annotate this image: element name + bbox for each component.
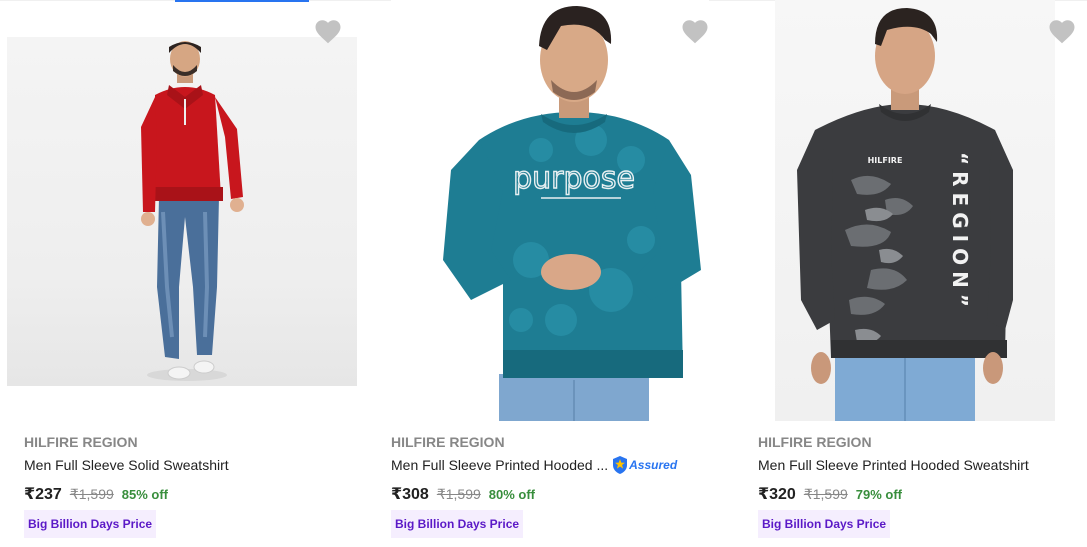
man-red-sweatshirt-illustration xyxy=(141,41,244,381)
offer-badge: Big Billion Days Price xyxy=(391,510,524,538)
product-image[interactable] xyxy=(7,37,357,386)
man-teal-sweatshirt-illustration: purpose xyxy=(443,6,701,421)
selling-price: ₹237 xyxy=(24,486,62,503)
product-info: HILFIRE REGION Men Full Sleeve Printed H… xyxy=(391,433,721,504)
region-vertical-print: “REGION” xyxy=(948,152,972,313)
offer-badge-label: Big Billion Days Price xyxy=(762,517,887,531)
discount-percent: 79% off xyxy=(855,487,903,502)
offer-badge-label: Big Billion Days Price xyxy=(395,517,520,531)
original-price: ₹1,599 xyxy=(803,486,848,502)
assured-shield-icon xyxy=(613,456,628,474)
product-title[interactable]: Men Full Sleeve Printed Hooded Sweatshir… xyxy=(758,455,1029,475)
product-info: HILFIRE REGION Men Full Sleeve Printed H… xyxy=(758,433,1087,504)
assured-badge: Assured xyxy=(612,455,677,475)
product-image-area[interactable]: purpose xyxy=(367,0,733,425)
offer-badge: Big Billion Days Price xyxy=(24,510,157,538)
product-image[interactable]: purpose xyxy=(391,0,709,421)
product-card[interactable]: HILFIRE REGION Men Full Sleeve Solid Swe… xyxy=(0,0,366,547)
man-grey-sweatshirt-illustration: HILFIRE “REGION” xyxy=(797,8,1013,421)
offer-badge: Big Billion Days Price xyxy=(758,510,891,538)
price-row: ₹320 ₹1,599 79% off xyxy=(758,484,1087,504)
offer-badge-label: Big Billion Days Price xyxy=(28,517,153,531)
product-title[interactable]: Men Full Sleeve Solid Sweatshirt xyxy=(24,455,229,475)
discount-percent: 85% off xyxy=(121,487,169,502)
selling-price: ₹308 xyxy=(391,486,429,503)
product-image-area[interactable] xyxy=(0,0,366,425)
product-image[interactable]: HILFIRE “REGION” xyxy=(775,0,1055,421)
product-brand: HILFIRE REGION xyxy=(391,434,505,450)
assured-label: Assured xyxy=(629,458,678,472)
original-price: ₹1,599 xyxy=(436,486,481,502)
original-price: ₹1,599 xyxy=(69,486,114,502)
wishlist-heart-icon[interactable] xyxy=(680,17,710,47)
product-info: HILFIRE REGION Men Full Sleeve Solid Swe… xyxy=(24,433,354,504)
wishlist-heart-icon[interactable] xyxy=(313,17,343,47)
wishlist-heart-icon[interactable] xyxy=(1047,17,1077,47)
purpose-print-text: purpose xyxy=(513,161,635,196)
selling-price: ₹320 xyxy=(758,486,796,503)
price-row: ₹237 ₹1,599 85% off xyxy=(24,484,354,504)
product-card[interactable]: purpose HILFIRE REGION Men Full Sleeve P… xyxy=(367,0,733,547)
price-row: ₹308 ₹1,599 80% off xyxy=(391,484,721,504)
product-image-area[interactable]: HILFIRE “REGION” xyxy=(734,0,1087,425)
product-brand: HILFIRE REGION xyxy=(758,434,872,450)
product-card[interactable]: HILFIRE “REGION” HILFIRE REGION Men Full… xyxy=(734,0,1087,547)
product-brand: HILFIRE REGION xyxy=(24,434,138,450)
product-title[interactable]: Men Full Sleeve Printed Hooded ... xyxy=(391,455,608,475)
discount-percent: 80% off xyxy=(488,487,536,502)
hilfire-chest-text: HILFIRE xyxy=(868,156,903,165)
